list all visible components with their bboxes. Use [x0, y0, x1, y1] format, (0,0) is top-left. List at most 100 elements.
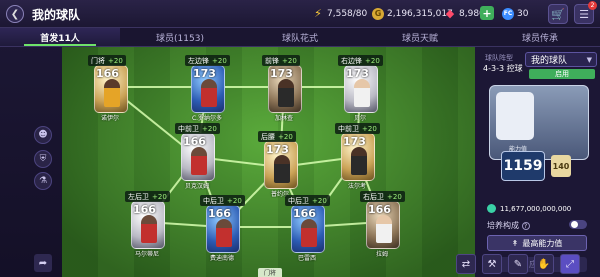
toggle-label: 培养构成 ?: [487, 220, 530, 231]
status-badge: 启用: [529, 69, 595, 79]
position-tag: 左边锋 +20: [185, 55, 230, 66]
flask-icon: ⚗: [38, 176, 48, 186]
shield-icon: ⛨: [39, 154, 47, 164]
player-rating: 166: [183, 135, 206, 148]
player-rating: 173: [270, 67, 293, 80]
player-rating: 166: [208, 207, 231, 220]
energy-counter: ⚡ 7,558/80: [312, 6, 367, 21]
player-portrait: [354, 79, 370, 107]
edit-button[interactable]: ✎: [508, 254, 528, 274]
manager-button[interactable]: ☻: [34, 126, 52, 144]
player-portrait: [351, 147, 367, 175]
expand-button[interactable]: ⤢: [560, 254, 580, 274]
tab-starting-eleven[interactable]: 首发11人: [0, 28, 120, 46]
gem-icon: ◆: [445, 7, 455, 20]
formation-label: 球队阵型: [485, 54, 513, 62]
tab-team-tricks[interactable]: 球队花式: [240, 28, 360, 46]
add-gems-button[interactable]: +: [480, 6, 494, 20]
tab-player-talent[interactable]: 球员天赋: [360, 28, 480, 46]
team-rating-card: [489, 85, 589, 160]
player-rating: 173: [346, 67, 369, 80]
wrench-icon: ⚒: [487, 258, 497, 270]
expand-icon: ⤢: [566, 258, 574, 270]
player-rating: 173: [266, 143, 289, 156]
player-portrait: [301, 219, 317, 247]
player-portrait: [191, 147, 207, 175]
page-title: 我的球队: [32, 8, 81, 22]
tab-player-legacy[interactable]: 球员传承: [480, 28, 600, 46]
game-screen: ❮ 我的球队 ⚡ 7,558/80 G 2,196,315,017 ◆ 8,98…: [0, 0, 600, 277]
coin-icon: G: [372, 7, 384, 20]
gem-counter: ◆ 8,980: [445, 7, 485, 20]
menu-icon: ☰: [579, 7, 589, 21]
position-tag: 左后卫 +20: [125, 191, 170, 202]
player-slot-cdm[interactable]: 后腰 +20 173 普约尔: [252, 131, 308, 199]
player-name: 贝尔: [353, 115, 366, 122]
player-slot-lb[interactable]: 左后卫 +20 166 马尔蒂尼: [119, 191, 175, 259]
team-panel: 球队阵型 4-3-3 控球 我的球队 ▼ 启用 能力值 1159 140 11,…: [475, 47, 600, 277]
fc-icon: FC: [502, 7, 514, 20]
player-name: 费迪南德: [209, 255, 234, 262]
position-tag: 前锋 +20: [262, 55, 300, 66]
hand-icon: ✋: [537, 258, 551, 270]
team-value: 11,677,000,000,000: [487, 204, 571, 213]
fc-counter: FC 30: [502, 7, 529, 20]
pitch: 门将 +20 166 诺伊尔 左边锋 +20 173 C.罗纳尔多 前锋 +20 17…: [62, 47, 475, 277]
player-name: 诺伊尔: [100, 115, 119, 122]
player-slot-rw[interactable]: 右边锋 +20 173 贝尔: [332, 55, 388, 123]
settings-button[interactable]: ⚒: [482, 254, 502, 274]
position-tag: 中后卫 +20: [200, 195, 245, 206]
top-bar: ❮ 我的球队 ⚡ 7,558/80 G 2,196,315,017 ◆ 8,98…: [0, 0, 600, 28]
position-tag: 门将 +20: [88, 55, 126, 66]
player-slot-rcm[interactable]: 中前卫 +20 173 法尔考: [329, 123, 385, 191]
team-select-dropdown[interactable]: 我的球队 ▼: [525, 52, 597, 67]
max-rating-button[interactable]: ↟ 最高能力值: [487, 235, 587, 251]
gem-icon: [487, 204, 496, 213]
player-slot-lcb[interactable]: 中后卫 +20 166 费迪南德: [194, 195, 250, 263]
tab-bar: 首发11人 球员(1153) 球队花式 球员天赋 球员传承: [0, 28, 600, 47]
position-tag: 右后卫 +20: [360, 191, 405, 202]
player-slot-lcm[interactable]: 中前卫 +20 166 贝克汉姆: [169, 123, 225, 191]
team-ovr: 1159: [501, 151, 545, 181]
player-portrait: [278, 79, 294, 107]
person-icon: ☻: [38, 130, 48, 140]
player-rating: 166: [96, 67, 119, 80]
tactics-button[interactable]: ⚗: [34, 172, 52, 190]
notification-badge: 2: [588, 1, 597, 10]
lightning-icon: ⚡: [314, 7, 322, 20]
player-name: 加林查: [274, 115, 293, 122]
tab-players[interactable]: 球员(1153): [120, 28, 240, 46]
player-portrait: [104, 79, 120, 107]
auto-fill-button[interactable]: ✋: [534, 254, 554, 274]
player-slot-st[interactable]: 前锋 +20 173 加林查: [256, 55, 312, 123]
back-arrow-icon[interactable]: ❮: [6, 5, 24, 23]
share-icon: ➦: [38, 257, 48, 269]
bench-handle[interactable]: 门将: [258, 268, 282, 277]
player-rating: 166: [368, 203, 391, 216]
player-rating: 173: [193, 67, 216, 80]
team-ovr-secondary: 140: [551, 155, 571, 177]
share-button[interactable]: ➦: [34, 254, 52, 272]
position-tag: 中后卫 +20: [285, 195, 330, 206]
player-slot-gk[interactable]: 门将 +20 166 诺伊尔: [82, 55, 138, 123]
player-name: 巴雷西: [297, 255, 316, 262]
player-portrait: [201, 79, 217, 107]
cart-icon: 🛒: [551, 7, 565, 21]
player-portrait: [376, 215, 392, 243]
swap-icon: ⇄: [461, 258, 471, 270]
shop-cart-button[interactable]: 🛒: [548, 4, 568, 24]
position-tag: 右边锋 +20: [338, 55, 383, 66]
formation-value[interactable]: 4-3-3 控球: [483, 63, 523, 74]
chevron-down-icon: ▼: [586, 56, 592, 64]
help-icon[interactable]: ?: [521, 222, 530, 230]
player-slot-lw[interactable]: 左边锋 +20 173 C.罗纳尔多: [179, 55, 235, 123]
training-toggle[interactable]: [569, 220, 587, 229]
shield-button[interactable]: ⛨: [34, 150, 52, 168]
swap-button[interactable]: ⇄: [456, 254, 476, 274]
player-rating: 166: [293, 207, 316, 220]
player-rating: 166: [133, 203, 156, 216]
player-slot-rb[interactable]: 右后卫 +20 166 拉姆: [354, 191, 410, 259]
coin-counter: G 2,196,315,017: [372, 6, 453, 21]
player-name: 贝克汉姆: [184, 183, 209, 190]
player-slot-rcb[interactable]: 中后卫 +20 166 巴雷西: [279, 195, 335, 263]
